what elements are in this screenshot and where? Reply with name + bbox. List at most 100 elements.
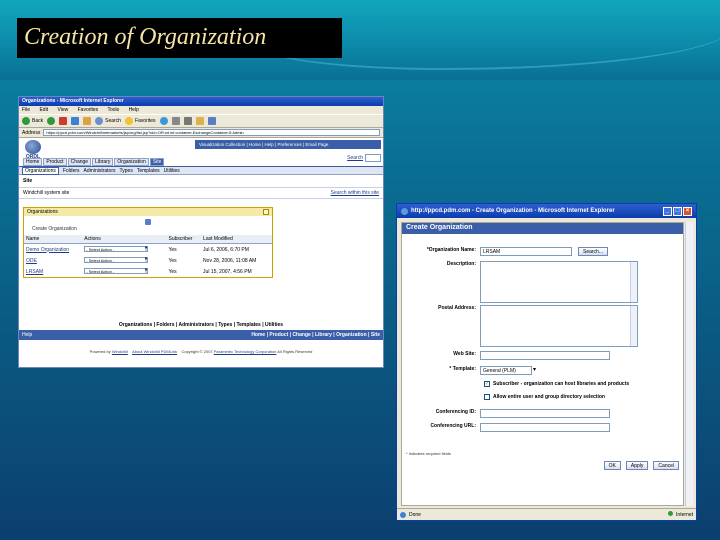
menu-tools[interactable]: Tools xyxy=(107,107,119,113)
tab-home[interactable]: Home xyxy=(23,158,43,166)
description-row: Description: xyxy=(402,261,683,303)
apply-button[interactable]: Apply xyxy=(625,461,649,470)
template-select[interactable]: General (PLM) xyxy=(480,366,532,375)
action-select[interactable]: - Select Action - xyxy=(84,246,149,252)
minimize-icon[interactable]: _ xyxy=(663,206,672,216)
search-org-button[interactable]: Search... xyxy=(578,247,609,256)
cancel-button[interactable]: Cancel xyxy=(653,461,679,470)
required-note: * Indicates required fields xyxy=(406,451,451,456)
organizations-table: Name Actions Subscriber Last Modified De… xyxy=(24,235,272,277)
print-icon[interactable] xyxy=(183,117,192,125)
org-name-input[interactable]: LRSAM xyxy=(480,247,572,256)
ptc-link[interactable]: Parametric Technology Corporation xyxy=(214,349,277,354)
subnav-utilities[interactable]: Utilities xyxy=(164,168,180,174)
dialog-scrollbar[interactable] xyxy=(685,222,693,506)
org-name-row: *Organization Name: LRSAM Search... xyxy=(402,247,683,256)
status-text: Done xyxy=(409,511,421,518)
subscriber-label: Subscriber - organization can host libra… xyxy=(493,381,630,387)
directory-checkbox[interactable] xyxy=(484,394,490,400)
tab-change[interactable]: Change xyxy=(67,158,92,166)
stop-icon[interactable] xyxy=(59,117,68,125)
ie-icon xyxy=(401,207,408,215)
history-icon[interactable] xyxy=(159,117,168,125)
last-modified-value: Nov 28, 2006, 11:08 AM xyxy=(203,257,257,264)
status-bar: Done Internet xyxy=(397,508,696,520)
create-organization-button[interactable]: Create Organization xyxy=(24,216,272,235)
search-button[interactable]: Search xyxy=(95,117,121,125)
search-link[interactable]: Search xyxy=(347,155,363,161)
footer-nav-links[interactable]: Home | Product | Change | Library | Orga… xyxy=(251,332,380,338)
column-header-subscriber[interactable]: Subscriber xyxy=(166,235,202,244)
postal-row: Postal Address: xyxy=(402,305,683,347)
template-dropdown-icon[interactable]: ▾ xyxy=(533,366,536,375)
create-organization-window: http://ppcd.pdm.com - Create Organizatio… xyxy=(396,203,697,521)
refresh-icon[interactable] xyxy=(71,117,80,125)
search-input[interactable] xyxy=(365,154,381,162)
back-arrow-icon xyxy=(22,117,30,125)
tab-site[interactable]: Site xyxy=(149,158,165,166)
help-link[interactable]: Help xyxy=(22,332,32,338)
postal-address-textarea[interactable] xyxy=(480,305,638,347)
conf-url-label: Conferencing URL: xyxy=(430,423,476,429)
browser-toolbar: Back Search Favorites xyxy=(19,114,383,128)
favorites-button[interactable]: Favorites xyxy=(124,117,156,125)
page-icon xyxy=(400,511,406,518)
discuss-icon[interactable] xyxy=(207,117,216,125)
panel-collapse-icon[interactable] xyxy=(263,209,269,215)
top-links[interactable]: Visualization Collection | Home | Help |… xyxy=(195,140,381,149)
subscriber-checkbox[interactable]: ✓ xyxy=(484,381,490,387)
address-input[interactable]: https://ppcd.pdm.com/Windchill/netmarket… xyxy=(43,129,380,136)
about-windchill-link[interactable]: About Windchill PDMLink xyxy=(132,349,177,354)
dialog-title: Create Organization xyxy=(402,223,683,234)
conf-id-row: Conferencing ID: xyxy=(402,409,683,418)
org-name-label: *Organization Name: xyxy=(426,247,476,253)
org-name-link[interactable]: Demo Organization xyxy=(24,244,82,256)
maximize-icon[interactable]: □ xyxy=(673,206,682,216)
org-name-link[interactable]: ODE xyxy=(24,255,82,266)
website-input[interactable] xyxy=(480,351,610,360)
menu-file[interactable]: File xyxy=(22,107,30,113)
footer-links[interactable]: Organizations | Folders | Administrators… xyxy=(19,322,383,328)
subnav-templates[interactable]: Templates xyxy=(137,168,160,174)
back-button[interactable]: Back xyxy=(22,117,43,125)
subnav-types[interactable]: Types xyxy=(120,168,133,174)
last-modified-value: Jul 6, 2006, 6:70 PM xyxy=(203,246,249,253)
subnav-folders[interactable]: Folders xyxy=(63,168,80,174)
menu-help[interactable]: Help xyxy=(129,107,139,113)
menu-view[interactable]: View xyxy=(57,107,68,113)
site-bar: Windchill system site Search within this… xyxy=(19,187,383,199)
column-header-name[interactable]: Name xyxy=(24,235,83,244)
column-header-last-modified[interactable]: Last Modified xyxy=(201,235,272,244)
address-label: Address xyxy=(22,129,41,136)
org-name-link[interactable]: LRSAM xyxy=(24,266,82,277)
ok-button[interactable]: OK xyxy=(603,461,621,470)
tab-organization[interactable]: Organization xyxy=(114,158,149,166)
main-tabs: Home Product Change Library Organization… xyxy=(23,158,165,166)
app-header: ORDL Visualization Collection | Home | H… xyxy=(19,138,383,166)
template-row: * Template: General (PLM) ▾ xyxy=(402,366,683,375)
description-textarea[interactable] xyxy=(480,261,638,303)
edit-icon[interactable] xyxy=(195,117,204,125)
star-icon xyxy=(124,117,133,125)
close-icon[interactable]: × xyxy=(683,206,692,216)
action-select[interactable]: - Select Action - xyxy=(84,257,149,263)
subnav-organizations[interactable]: Organizations xyxy=(22,166,59,175)
menu-favorites[interactable]: Favorites xyxy=(78,107,99,113)
magnifier-icon xyxy=(95,117,104,125)
windchill-link[interactable]: Windchill xyxy=(112,349,128,354)
tab-product[interactable]: Product xyxy=(43,158,67,166)
action-select[interactable]: - Select Action - xyxy=(84,268,149,274)
conf-id-input[interactable] xyxy=(480,409,610,418)
conf-url-input[interactable] xyxy=(480,423,610,432)
menu-edit[interactable]: Edit xyxy=(39,107,48,113)
home-icon[interactable] xyxy=(83,117,92,125)
column-header-actions: Actions xyxy=(82,235,167,244)
forward-arrow-icon[interactable] xyxy=(47,117,56,125)
template-label: * Template: xyxy=(449,366,476,372)
subnav-administrators[interactable]: Administrators xyxy=(84,168,116,174)
menu-bar: File Edit View Favorites Tools Help xyxy=(19,106,383,114)
mail-icon[interactable] xyxy=(171,117,180,125)
search-within-site-link[interactable]: Search within this site xyxy=(331,190,379,196)
website-row: Web Site: xyxy=(402,351,683,360)
tab-library[interactable]: Library xyxy=(92,158,114,166)
